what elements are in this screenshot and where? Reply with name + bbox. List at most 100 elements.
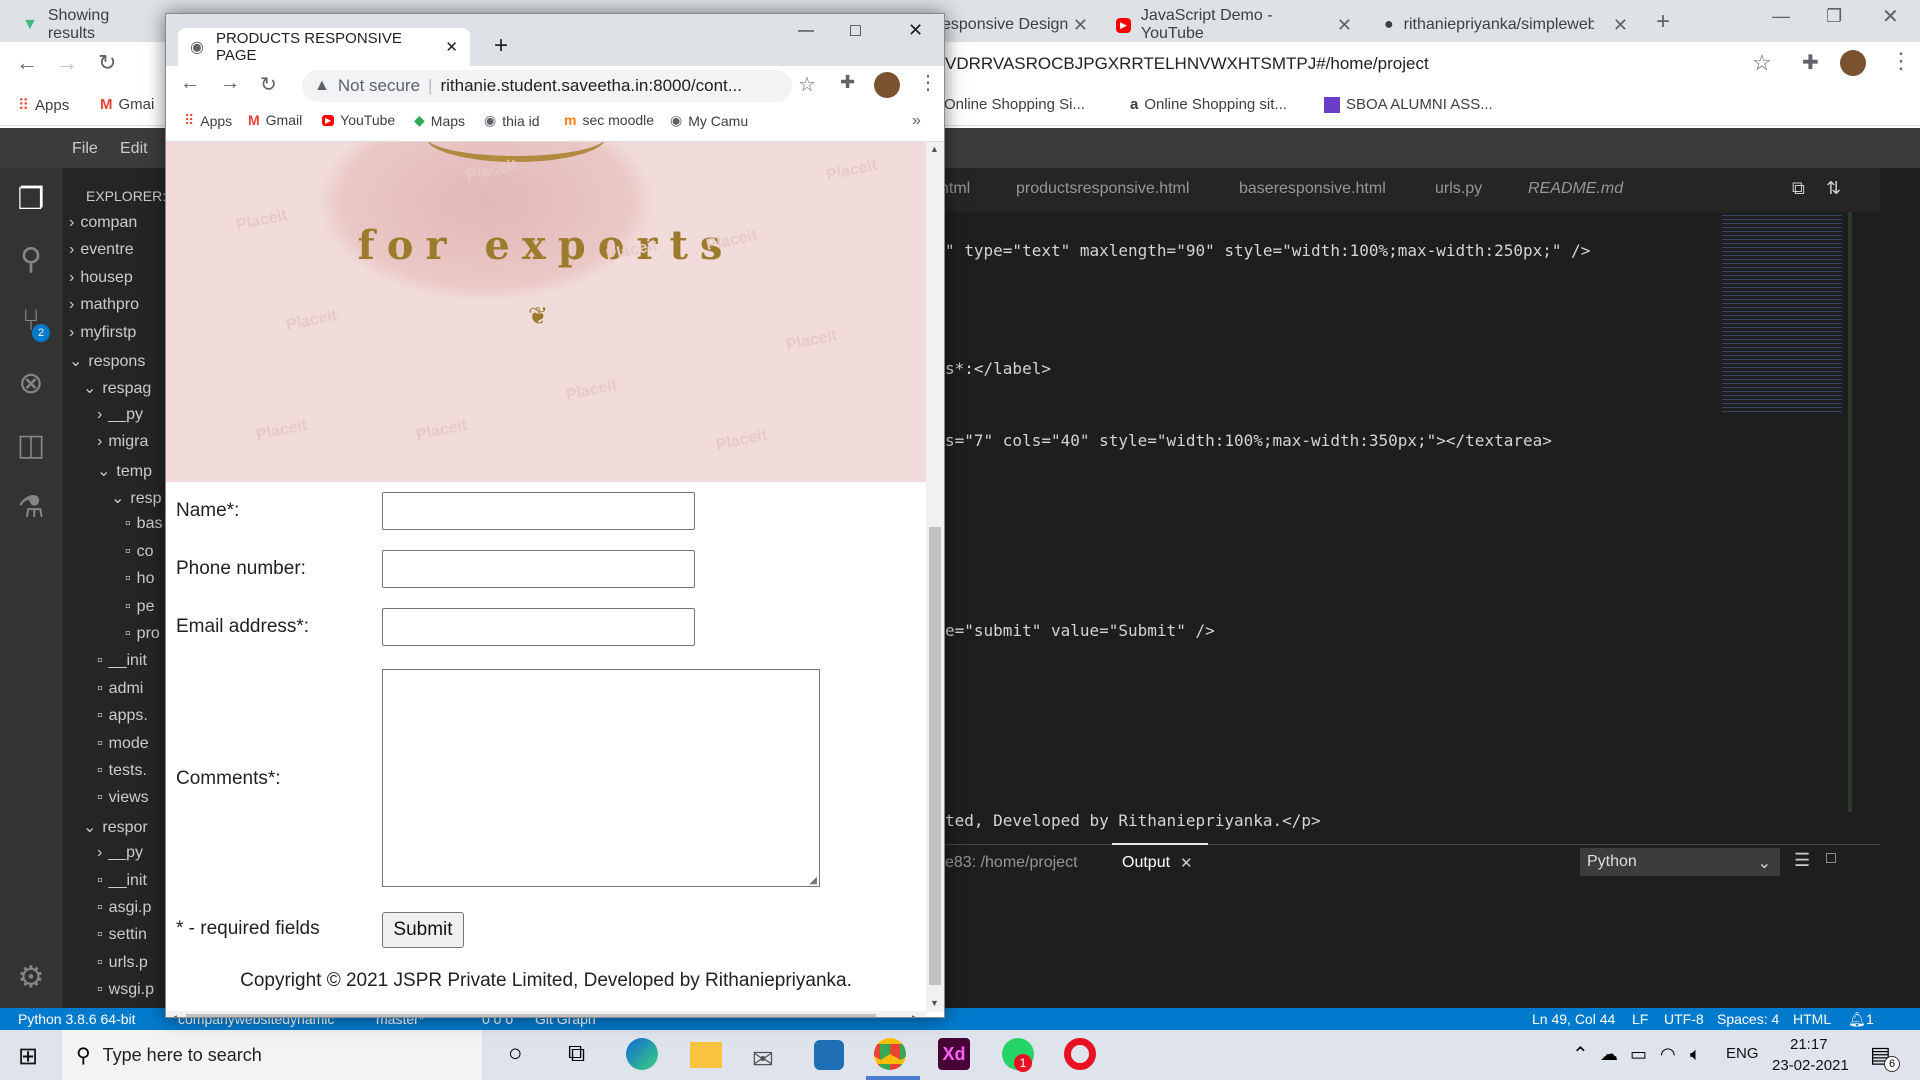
- scroll-left-icon[interactable]: ◀: [170, 1013, 177, 1017]
- volume-icon[interactable]: 🔈︎: [1690, 1044, 1701, 1065]
- bookmark-star-icon[interactable]: ☆: [1752, 50, 1772, 76]
- tree-item[interactable]: ▫ apps.: [97, 707, 148, 731]
- bookmark-gmail[interactable]: M Gmail: [248, 112, 302, 128]
- minimize-icon[interactable]: —: [798, 22, 814, 40]
- tree-item[interactable]: ▫ pro: [125, 625, 160, 649]
- resize-handle-icon[interactable]: ◢: [809, 875, 817, 886]
- tree-item[interactable]: › mathpro: [69, 296, 139, 320]
- mail-icon[interactable]: ✉: [752, 1044, 774, 1075]
- close-window-icon[interactable]: ✕: [908, 20, 923, 41]
- extensions-icon[interactable]: ◫: [12, 426, 50, 464]
- bg-tab-github[interactable]: ● rithaniepriyanka/simplewebs ✕: [1372, 8, 1640, 42]
- chevron-up-icon[interactable]: ⌃: [1572, 1042, 1589, 1067]
- status-spaces[interactable]: Spaces: 4: [1717, 1011, 1779, 1027]
- new-tab-icon[interactable]: +: [1656, 8, 1670, 36]
- onedrive-icon[interactable]: ☁: [1600, 1044, 1618, 1065]
- email-input[interactable]: [382, 608, 695, 646]
- tree-item[interactable]: ▫ views: [97, 789, 149, 813]
- bookmark-online-shopping-1[interactable]: Online Shopping Si...: [944, 96, 1085, 113]
- extensions-icon[interactable]: ✚: [1802, 50, 1819, 75]
- tree-item[interactable]: ⌄ respag: [83, 378, 151, 402]
- menu-dots-icon[interactable]: ⋮: [1890, 48, 1912, 74]
- bookmark-online-shopping-2[interactable]: a Online Shopping sit...: [1130, 96, 1287, 113]
- edge-icon[interactable]: [626, 1038, 658, 1070]
- bookmark-maps[interactable]: ◆ Maps: [414, 112, 465, 129]
- restore-icon[interactable]: ❐: [1826, 6, 1842, 27]
- status-encoding[interactable]: UTF-8: [1664, 1011, 1704, 1027]
- chrome-icon[interactable]: [874, 1038, 906, 1070]
- scroll-right-icon[interactable]: ▶: [912, 1013, 919, 1017]
- wifi-icon[interactable]: ◠: [1660, 1044, 1676, 1065]
- more-bookmarks-icon[interactable]: »: [912, 112, 921, 130]
- back-icon[interactable]: ←: [16, 50, 38, 76]
- reload-icon[interactable]: ↻: [260, 72, 277, 97]
- cortana-icon[interactable]: ○: [508, 1040, 523, 1068]
- status-language[interactable]: HTML: [1793, 1011, 1831, 1027]
- submit-button[interactable]: Submit: [382, 912, 464, 948]
- clock-time[interactable]: 21:17: [1790, 1036, 1828, 1053]
- bg-tab-showing-results[interactable]: ▼ Showing results: [10, 7, 160, 42]
- split-editor-icon[interactable]: ⧉: [1792, 178, 1805, 199]
- forward-icon[interactable]: →: [220, 72, 240, 95]
- bookmark-apps[interactable]: ⠿ Apps: [184, 112, 232, 129]
- output-channel-select[interactable]: Python ⌄: [1580, 848, 1780, 876]
- menu-dots-icon[interactable]: ⋮: [918, 70, 938, 95]
- status-python[interactable]: Python 3.8.6 64-bit: [18, 1011, 136, 1027]
- windows-start-icon[interactable]: ⊞: [18, 1042, 38, 1071]
- tree-item[interactable]: › migra: [97, 433, 148, 457]
- back-icon[interactable]: ←: [180, 72, 200, 95]
- toggle-icon[interactable]: ⇅: [1826, 178, 1841, 199]
- terminal-tab[interactable]: e83: /home/project: [945, 854, 1078, 872]
- tree-item[interactable]: ▫ asgi.p: [97, 899, 151, 923]
- debug-icon[interactable]: ⊗: [12, 364, 50, 402]
- explorer-icon[interactable]: ❐: [12, 180, 50, 218]
- bg-tab-responsive[interactable]: esponsive Design ✕: [930, 8, 1100, 42]
- menu-edit[interactable]: Edit: [120, 140, 148, 158]
- test-flask-icon[interactable]: ⚗: [12, 488, 50, 526]
- new-tab-icon[interactable]: +: [494, 32, 508, 60]
- forward-icon[interactable]: →: [56, 50, 78, 76]
- close-window-icon[interactable]: ✕: [1882, 4, 1899, 29]
- bookmark-star-icon[interactable]: ☆: [798, 72, 816, 97]
- tree-item[interactable]: ⌄ resp: [111, 488, 162, 512]
- bookmark-sboa[interactable]: SBOA ALUMNI ASS...: [1324, 96, 1493, 113]
- avatar[interactable]: [874, 72, 900, 98]
- language-indicator[interactable]: ENG: [1726, 1045, 1759, 1062]
- tree-item[interactable]: › __py: [97, 406, 143, 430]
- battery-icon[interactable]: ▭: [1630, 1044, 1647, 1065]
- maximize-panel-icon[interactable]: □: [1826, 850, 1836, 868]
- adobe-xd-icon[interactable]: Xd: [938, 1038, 970, 1070]
- scroll-up-icon[interactable]: ▲: [930, 144, 939, 154]
- minimap[interactable]: [1722, 212, 1842, 412]
- tree-item[interactable]: ⌄ respons: [69, 351, 145, 375]
- tree-item[interactable]: ▫ __init: [97, 652, 147, 676]
- phone-input[interactable]: [382, 550, 695, 588]
- scroll-down-icon[interactable]: ▼: [930, 998, 939, 1008]
- close-icon[interactable]: ✕: [1073, 15, 1088, 36]
- clock-date[interactable]: 23-02-2021: [1772, 1057, 1849, 1074]
- horizontal-scrollbar[interactable]: ◀ ▶: [166, 1011, 926, 1017]
- tree-item[interactable]: ▫ admi: [97, 680, 143, 704]
- settings-gear-icon[interactable]: ⚙: [12, 958, 50, 996]
- tree-item[interactable]: › myfirstp: [69, 324, 136, 348]
- reload-icon[interactable]: ↻: [98, 50, 116, 76]
- tab-productsresponsive[interactable]: productsresponsive.html: [1016, 180, 1189, 198]
- search-icon[interactable]: ⚲: [12, 240, 50, 278]
- minimize-icon[interactable]: —: [1772, 6, 1790, 27]
- close-icon[interactable]: ✕: [1613, 15, 1628, 36]
- bookmark-gmail[interactable]: M Gmai: [100, 96, 154, 113]
- bookmark-youtube[interactable]: ▶ YouTube: [322, 112, 395, 128]
- avatar[interactable]: [1840, 50, 1866, 76]
- tree-item[interactable]: ▫ bas: [125, 515, 162, 539]
- tree-item[interactable]: ▫ co: [125, 543, 154, 567]
- taskbar-search[interactable]: ⚲ Type here to search: [62, 1030, 482, 1080]
- clear-output-icon[interactable]: ☰: [1794, 850, 1810, 871]
- tab-readme[interactable]: README.md: [1528, 180, 1623, 198]
- tree-item[interactable]: › eventre: [69, 241, 134, 265]
- menu-file[interactable]: File: [72, 140, 98, 158]
- vertical-scrollbar[interactable]: ▲ ▼: [926, 142, 944, 1012]
- tree-item[interactable]: ▫ settin: [97, 926, 147, 950]
- tab-urls[interactable]: urls.py: [1435, 180, 1482, 198]
- bookmark-sec-moodle[interactable]: m sec moodle: [564, 112, 654, 128]
- tree-item[interactable]: › __py: [97, 844, 143, 868]
